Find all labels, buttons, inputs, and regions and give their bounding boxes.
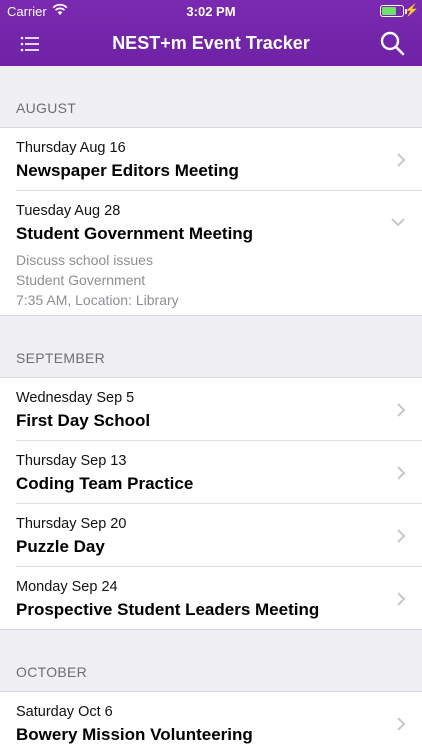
event-row[interactable]: Thursday Aug 16 Newspaper Editors Meetin… [0,128,422,191]
event-date: Saturday Oct 6 [16,704,113,720]
event-row[interactable]: Thursday Sep 20 Puzzle Day [0,504,422,567]
chevron-down-icon [391,218,405,227]
chevron-right-icon [397,529,406,543]
event-row[interactable]: Thursday Sep 13 Coding Team Practice [0,441,422,504]
navbar: NEST+m Event Tracker [0,22,422,66]
section-header-october: OCTOBER [0,630,422,692]
chevron-right-icon [397,717,406,731]
event-row[interactable]: Wednesday Sep 5 First Day School [0,378,422,441]
charging-icon: ⚡ [404,3,419,17]
battery-icon [380,5,404,17]
event-name: Student Government Meeting [16,224,254,243]
page-title: NEST+m Event Tracker [112,33,310,53]
chevron-right-icon [397,153,406,167]
event-name: Bowery Mission Volunteering [16,725,253,744]
search-icon[interactable] [376,28,408,60]
section-header-september: SEPTEMBER [0,316,422,378]
event-date: Wednesday Sep 5 [16,390,135,406]
event-name: First Day School [16,411,151,430]
status-bar: Carrier 3:02 PM ⚡ [0,0,422,22]
event-name: Newspaper Editors Meeting [16,161,239,180]
chevron-right-icon [397,466,406,480]
event-name: Puzzle Day [16,537,105,556]
app-header: Carrier 3:02 PM ⚡ NEST+m Event Tracker [0,0,422,66]
event-date: Monday Sep 24 [16,579,118,595]
event-date: Tuesday Aug 28 [16,203,121,219]
section-header-august: AUGUST [0,66,422,128]
event-list[interactable]: AUGUST Thursday Aug 16 Newspaper Editors… [0,66,422,750]
event-row[interactable]: Monday Sep 24 Prospective Student Leader… [0,567,422,630]
event-time-location: 7:35 AM, Location: Library [16,292,179,308]
event-name: Prospective Student Leaders Meeting [16,600,320,619]
event-description: Discuss school issues [16,252,153,268]
chevron-right-icon [397,592,406,606]
event-date: Thursday Sep 13 [16,453,127,469]
status-time: 3:02 PM [186,4,236,19]
event-organizer: Student Government [16,272,146,288]
battery-level [382,7,396,15]
event-row[interactable]: Saturday Oct 6 Bowery Mission Volunteeri… [0,692,422,750]
event-date: Thursday Sep 20 [16,516,127,532]
event-date: Thursday Aug 16 [16,140,126,156]
event-name: Coding Team Practice [16,474,194,493]
chevron-right-icon [397,403,406,417]
event-row-expanded[interactable]: Tuesday Aug 28 Student Government Meetin… [0,191,422,316]
